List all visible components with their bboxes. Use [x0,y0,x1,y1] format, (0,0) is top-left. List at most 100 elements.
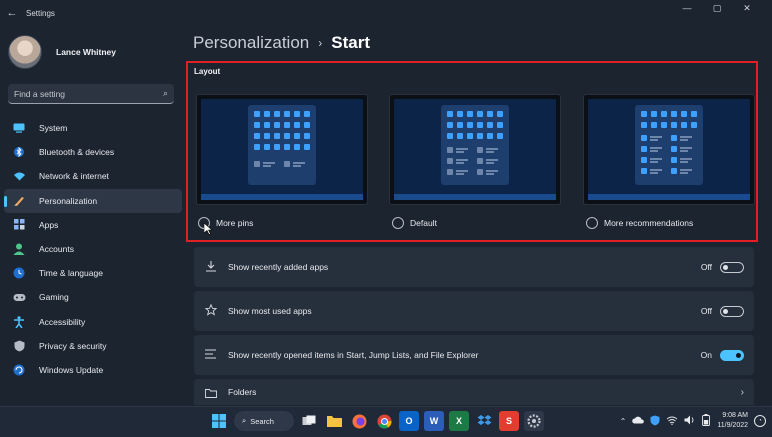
sidebar-item-label: Time & language [39,268,103,279]
preview-app-tile [641,135,647,141]
apps-icon [12,219,26,231]
preview-app-tile [691,111,697,117]
layout-preview-default[interactable] [389,94,561,205]
sidebar-item-accessibility[interactable]: Accessibility [4,310,182,334]
sidebar-item-accounts[interactable]: Accounts [4,237,182,261]
windows-start-icon[interactable] [209,411,229,431]
cloud-icon[interactable] [632,416,645,426]
preview-app-tile [447,133,453,139]
preview-app-tile [477,111,483,117]
preview-recommendation-line [263,165,271,167]
toggle-state-text: On [700,350,712,360]
preview-app-tile [284,111,290,117]
user-profile[interactable]: Lance Whitney [0,26,186,78]
preview-app-tile [651,122,657,128]
sidebar-item-network[interactable]: Network & internet [4,164,182,188]
preview-app-tile [497,122,503,128]
sidebar-item-label: Personalization [39,195,98,206]
search-input[interactable] [14,88,163,99]
preview-app-tile [641,146,647,152]
taskbar-search[interactable]: ⌕ Search [234,411,294,431]
preview-start-menu [635,105,703,185]
layout-preview-more-recommendations[interactable] [583,94,755,205]
user-name: Lance Whitney [56,47,116,57]
clock[interactable]: 9:08 AM 11/9/2022 [717,411,748,431]
preview-app-tile [641,157,647,163]
sidebar-item-windows-update[interactable]: Windows Update [4,358,182,382]
minimize-button[interactable]: — [672,0,702,16]
setting-label: Show most used apps [228,306,312,316]
dropbox-icon[interactable] [474,411,494,431]
radio-button[interactable] [392,217,404,229]
radio-label: Default [410,218,437,228]
preview-taskbar [394,194,556,200]
sidebar-item-label: Bluetooth & devices [39,147,115,158]
task-view-icon[interactable] [299,411,319,431]
breadcrumb: Personalization › Start [193,33,370,53]
setting-row-folders[interactable]: Folders › [194,379,754,405]
preview-app-tile [467,122,473,128]
preview-recommendation-line [650,150,658,152]
preview-recommendation-line [680,139,688,141]
setting-row-most-used: Show most used apps Off [194,291,754,331]
search-icon[interactable]: ⌕ [163,88,168,99]
mouse-cursor-icon [204,223,212,235]
back-arrow-icon[interactable]: ← [0,7,24,19]
sidebar-item-bluetooth[interactable]: Bluetooth & devices [4,140,182,164]
sidebar-item-apps[interactable]: Apps [4,213,182,237]
radio-button[interactable] [586,217,598,229]
chrome-icon[interactable] [374,411,394,431]
chevron-up-icon[interactable]: ⌃ [620,417,627,426]
radio-default[interactable]: Default [392,217,437,229]
preview-app-tile [457,122,463,128]
recently-added-toggle[interactable] [720,261,744,273]
word-icon[interactable]: W [424,411,444,431]
clock-time: 9:08 AM [722,412,748,419]
sidebar-item-personalization[interactable]: Personalization [4,188,182,213]
preview-app-tile [284,161,290,167]
breadcrumb-parent[interactable]: Personalization [193,33,309,53]
star-icon [194,303,228,319]
preview-recommendation-line [456,173,464,175]
sidebar-item-label: System [39,123,68,133]
radio-more-recommendations[interactable]: More recommendations [586,217,693,229]
preview-app-tile [691,122,697,128]
sidebar-item-gaming[interactable]: Gaming [4,285,182,309]
settings-icon[interactable] [524,411,544,431]
list-icon [194,348,228,362]
setting-row-recently-opened: Show recently opened items in Start, Jum… [194,335,754,375]
preview-app-tile [671,111,677,117]
window-controls: — ▢ ✕ [672,0,762,16]
file-explorer-icon[interactable] [324,411,344,431]
close-button[interactable]: ✕ [732,0,762,16]
notification-bell-icon[interactable]: ◔ [754,415,766,427]
outlook-icon[interactable]: O [399,411,419,431]
preview-app-tile [661,111,667,117]
toggle-state-text: Off [700,262,712,272]
search-box[interactable]: ⌕ [8,84,174,104]
sidebar-item-time-language[interactable]: Time & language [4,261,182,285]
wifi-icon[interactable] [666,416,678,427]
volume-icon[interactable] [684,415,696,427]
maximize-button[interactable]: ▢ [702,0,732,16]
preview-recommendation-line [650,139,658,141]
sidebar-item-system[interactable]: System [4,116,182,140]
toggle-state-text: Off [700,306,712,316]
excel-icon[interactable]: X [449,411,469,431]
preview-recommendation-line [680,172,688,174]
preview-taskbar [588,194,750,200]
defender-icon[interactable] [650,415,660,428]
firefox-icon[interactable] [349,411,369,431]
snagit-icon[interactable]: S [499,411,519,431]
layout-preview-more-pins[interactable] [196,94,368,205]
preview-recommendation-line [680,169,692,171]
battery-icon[interactable] [702,414,711,428]
most-used-toggle[interactable] [720,305,744,317]
sidebar-item-privacy[interactable]: Privacy & security [4,334,182,358]
toggle-group: Off [700,305,744,317]
preview-recommendation-line [650,169,662,171]
preview-app-tile [264,144,270,150]
recently-opened-toggle[interactable] [720,349,744,361]
preview-app-tile [641,122,647,128]
sidebar-item-label: Accounts [39,243,74,254]
